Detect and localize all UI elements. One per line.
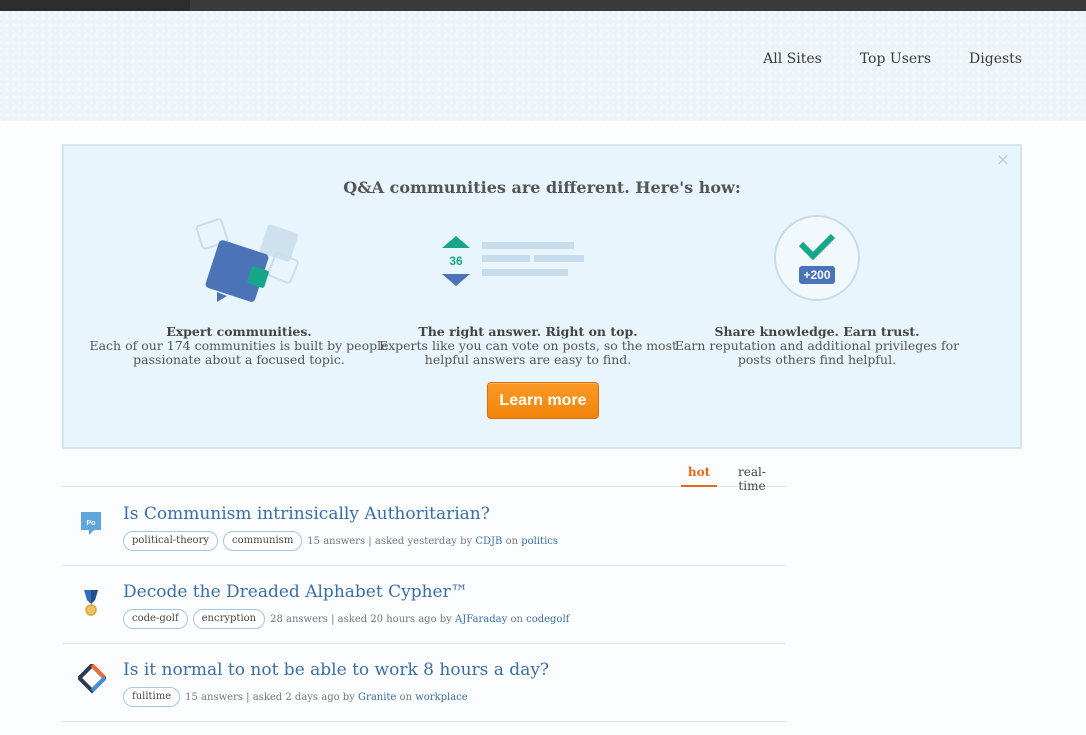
promo-title: Q&A communities are different. Here's ho…	[343, 178, 741, 197]
asked-text: asked 2 days ago by	[252, 691, 355, 703]
feature-desc-line: helpful answers are easy to find.	[424, 352, 632, 367]
tab-hot[interactable]: hot	[681, 465, 717, 487]
question-title[interactable]: Decode the Dreaded Alphabet Cypher™	[123, 582, 468, 602]
rep-badge: +200	[803, 268, 830, 282]
nav-top-users[interactable]: Top Users	[860, 51, 931, 67]
feature-desc-line: Each of our 174 communities is built by …	[89, 338, 389, 353]
feature-title: Share knowledge. Earn trust.	[714, 324, 920, 339]
user-link[interactable]: CDJB	[475, 536, 502, 547]
question-title[interactable]: Is it normal to not be able to work 8 ho…	[123, 660, 549, 680]
question-title[interactable]: Is Communism intrinsically Authoritarian…	[123, 504, 490, 524]
svg-text:Po: Po	[87, 520, 96, 527]
chat-bubbles-icon	[89, 214, 389, 318]
question-info: 28 answers | asked 20 hours ago by AJFar…	[270, 613, 570, 625]
on-text: on	[505, 535, 519, 547]
site-header: All Sites Top Users Digests	[0, 11, 1086, 121]
nav-digests[interactable]: Digests	[969, 51, 1022, 67]
politics-site-icon[interactable]: Po	[78, 508, 106, 538]
question-tabs: hot real-time	[62, 458, 786, 493]
question-meta: political-theory communism 15 answers | …	[123, 531, 558, 551]
checkmark-icon: +200	[667, 214, 967, 318]
tag[interactable]: communism	[223, 531, 303, 551]
question-info: 15 answers | asked yesterday by CDJB on …	[307, 535, 559, 547]
question-info: 15 answers | asked 2 days ago by Granite…	[185, 691, 468, 703]
feature-title: The right answer. Right on top.	[418, 324, 638, 339]
question-row: Po Is Communism intrinsically Authoritar…	[62, 488, 786, 566]
answer-count: 15 answers	[307, 535, 366, 547]
browser-top-strip	[0, 0, 1086, 11]
nav-all-sites[interactable]: All Sites	[763, 51, 822, 67]
close-icon[interactable]: ×	[996, 152, 1010, 169]
site-link[interactable]: politics	[521, 536, 558, 547]
feature-desc-line: posts others find helpful.	[737, 352, 897, 367]
question-meta: fulltime 15 answers | asked 2 days ago b…	[123, 687, 468, 707]
feature-desc-line: passionate about a focused topic.	[133, 352, 345, 367]
vote-count: 36	[449, 254, 463, 268]
feature-expert-communities: Expert communities. Each of our 174 comm…	[89, 214, 389, 367]
learn-more-button[interactable]: Learn more	[487, 382, 599, 419]
tag[interactable]: political-theory	[123, 531, 219, 551]
user-link[interactable]: AJFaraday	[455, 614, 507, 625]
question-meta: code-golf encryption 28 answers | asked …	[123, 609, 569, 629]
answer-count: 15 answers	[185, 691, 243, 703]
voting-icon: 36	[378, 214, 678, 318]
feature-share-knowledge: +200 Share knowledge. Earn trust. Earn r…	[667, 214, 967, 367]
answer-count: 28 answers	[270, 613, 328, 625]
tab-real-time[interactable]: real-time	[726, 465, 778, 493]
on-text: on	[399, 691, 413, 703]
tag[interactable]: encryption	[192, 609, 266, 629]
user-link[interactable]: Granite	[358, 692, 396, 703]
site-link[interactable]: workplace	[415, 692, 468, 703]
top-nav: All Sites Top Users Digests	[725, 51, 1022, 67]
tag[interactable]: code-golf	[123, 609, 188, 629]
workplace-site-icon[interactable]	[76, 662, 108, 694]
tag[interactable]: fulltime	[123, 687, 181, 707]
feature-desc-line: Experts like you can vote on posts, so t…	[378, 338, 678, 353]
feature-title: Expert communities.	[166, 324, 312, 339]
question-row: Decode the Dreaded Alphabet Cypher™ code…	[62, 566, 786, 644]
feature-desc-line: Earn reputation and additional privilege…	[674, 338, 960, 353]
site-link[interactable]: codegolf	[526, 614, 569, 625]
codegolf-site-icon[interactable]	[78, 586, 106, 616]
asked-text: asked 20 hours ago by	[337, 613, 452, 625]
question-row: Is it normal to not be able to work 8 ho…	[62, 644, 786, 722]
promo-panel: × Q&A communities are different. Here's …	[62, 144, 1022, 449]
asked-text: asked yesterday by	[374, 535, 473, 547]
feature-right-answer: 36 The right answer. Right on top. Exper…	[378, 214, 678, 367]
on-text: on	[510, 613, 523, 625]
